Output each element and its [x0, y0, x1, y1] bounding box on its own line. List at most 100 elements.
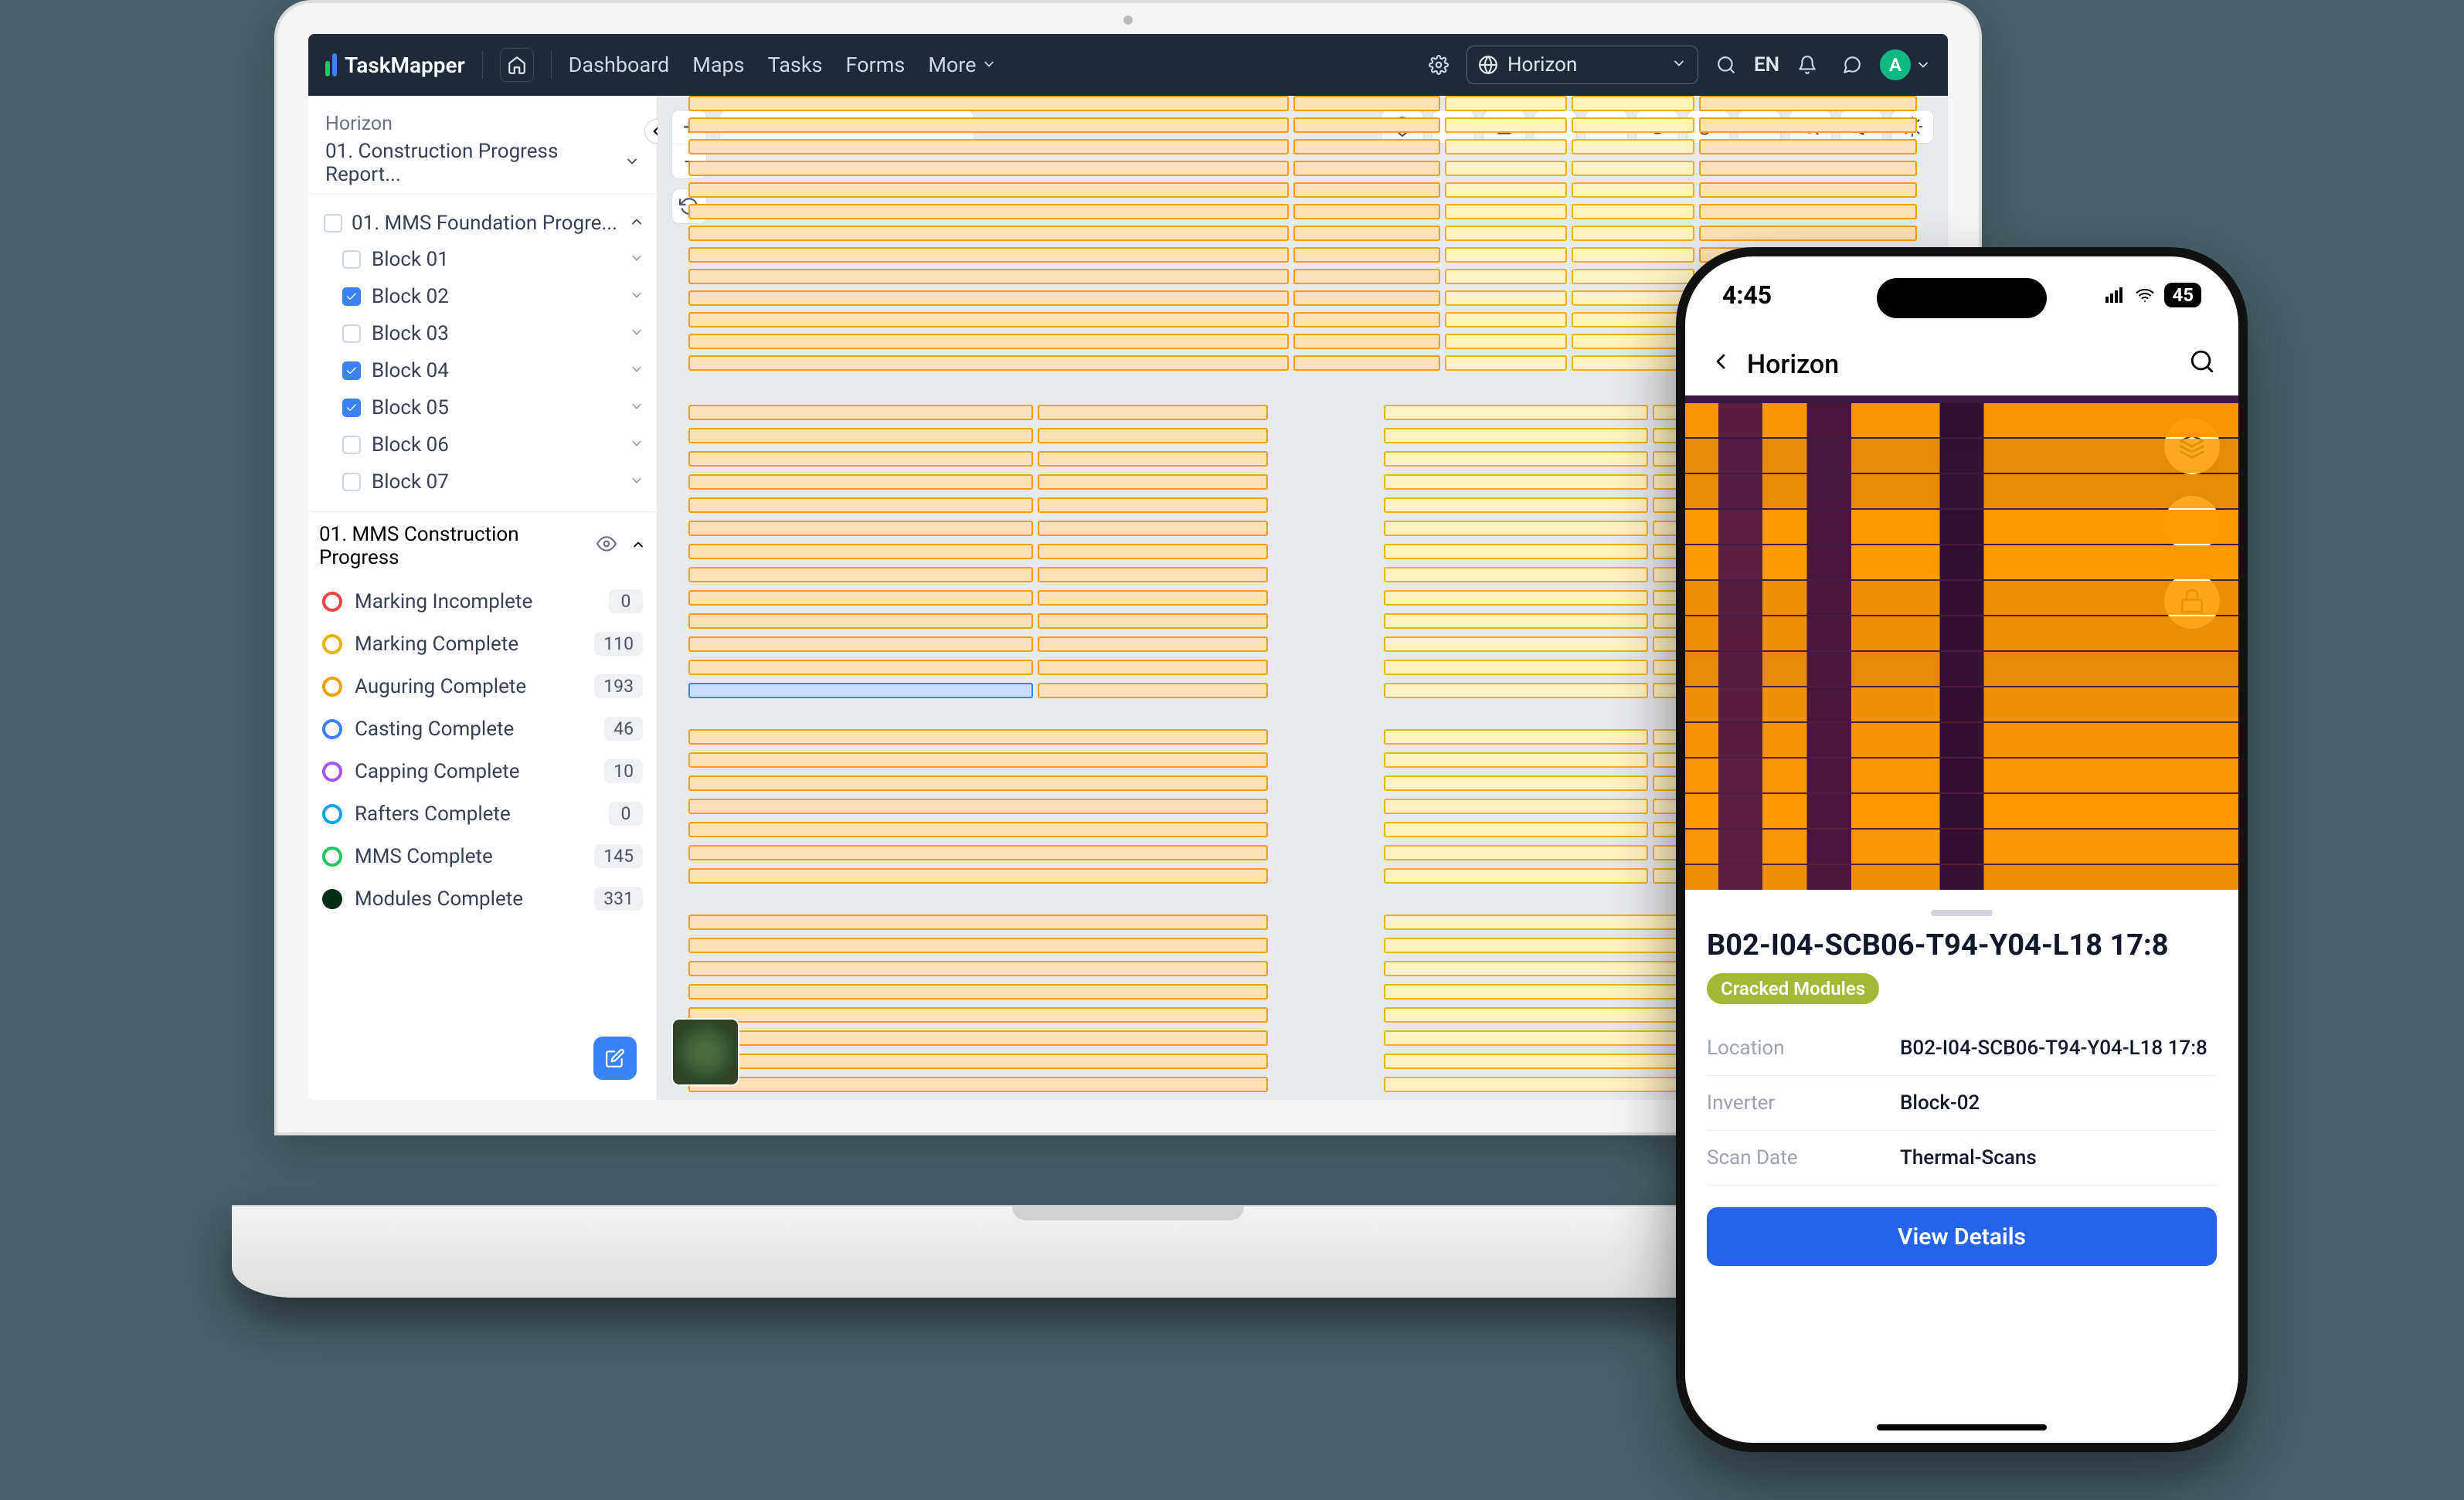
nav-more[interactable]: More: [928, 53, 996, 77]
legend-row[interactable]: Marking Complete 110: [308, 623, 657, 665]
checkbox[interactable]: [342, 324, 361, 343]
app-logo: TaskMapper: [325, 53, 465, 78]
chevron-down-icon: [629, 361, 644, 377]
app-name: TaskMapper: [345, 53, 465, 78]
chevron-left-icon: [1708, 349, 1733, 374]
legend-label: Auguring Complete: [355, 675, 526, 698]
nav-forms[interactable]: Forms: [846, 53, 906, 77]
legend-swatch: [322, 719, 342, 739]
legend-row[interactable]: Modules Complete 331: [308, 877, 657, 920]
language-toggle[interactable]: EN: [1754, 53, 1779, 76]
compose-button[interactable]: [593, 1037, 637, 1080]
legend-label: Marking Complete: [355, 633, 518, 656]
legend-swatch: [322, 889, 342, 909]
tree-group-foundation[interactable]: 01. MMS Foundation Progre...: [319, 205, 649, 241]
block-row[interactable]: Block 07: [319, 463, 649, 501]
legend-label: Rafters Complete: [355, 803, 511, 826]
block-row[interactable]: Block 03: [319, 315, 649, 352]
status-tag: Cracked Modules: [1707, 973, 1879, 1004]
detail-value: Block-02: [1900, 1091, 2217, 1115]
detail-row: InverterBlock-02: [1707, 1076, 2217, 1131]
search-icon: [2189, 348, 2215, 375]
block-row[interactable]: Block 01: [319, 241, 649, 278]
mobile-map[interactable]: [1685, 395, 2238, 890]
settings-button[interactable]: [1422, 48, 1456, 82]
block-row[interactable]: Block 06: [319, 426, 649, 463]
legend-swatch: [322, 762, 342, 782]
view-details-button[interactable]: View Details: [1707, 1207, 2217, 1266]
detail-row: LocationB02-I04-SCB06-T94-Y04-L18 17:8: [1707, 1021, 2217, 1076]
checkbox[interactable]: [342, 250, 361, 269]
detail-key: Location: [1707, 1037, 1900, 1060]
wifi-icon: [2133, 286, 2156, 304]
block-label: Block 02: [372, 285, 449, 308]
legend-row[interactable]: Auguring Complete 193: [308, 665, 657, 708]
user-menu[interactable]: A: [1880, 49, 1931, 80]
legend-label: Casting Complete: [355, 718, 514, 741]
legend-header[interactable]: 01. MMS Construction Progress: [308, 512, 657, 580]
block-label: Block 04: [372, 359, 449, 382]
home-indicator[interactable]: [1877, 1424, 2047, 1430]
chevron-down-icon: [629, 473, 644, 488]
messages-button[interactable]: [1835, 48, 1869, 82]
legend-label: Modules Complete: [355, 887, 523, 911]
detail-key: Inverter: [1707, 1091, 1900, 1115]
checkbox[interactable]: [342, 399, 361, 417]
legend-row[interactable]: MMS Complete 145: [308, 835, 657, 877]
legend-count: 0: [609, 589, 643, 613]
avatar: A: [1880, 49, 1911, 80]
legend-count: 145: [594, 844, 643, 868]
legend-swatch: [322, 634, 342, 654]
chevron-down-icon: [629, 436, 644, 451]
nav-tasks[interactable]: Tasks: [768, 53, 823, 77]
checkbox[interactable]: [324, 214, 342, 232]
chevron-down-icon: [1671, 56, 1687, 71]
legend-swatch: [322, 677, 342, 697]
search-button[interactable]: [1709, 48, 1743, 82]
nav-maps[interactable]: Maps: [692, 53, 744, 77]
legend-swatch: [322, 804, 342, 824]
item-title: B02-I04-SCB06-T94-Y04-L18 17:8: [1707, 928, 2217, 962]
home-icon: [507, 55, 527, 75]
block-row[interactable]: Block 04: [319, 352, 649, 389]
sheet-grabber[interactable]: [1931, 910, 1993, 916]
checkbox[interactable]: [342, 361, 361, 380]
legend-row[interactable]: Marking Incomplete 0: [308, 580, 657, 623]
bell-icon: [1797, 55, 1817, 75]
notifications-button[interactable]: [1790, 48, 1824, 82]
checkbox[interactable]: [342, 473, 361, 491]
mobile-search-button[interactable]: [2189, 348, 2215, 382]
block-row[interactable]: Block 02: [319, 278, 649, 315]
legend-label: Marking Incomplete: [355, 590, 532, 613]
chevron-down-icon: [1915, 57, 1931, 73]
detail-sheet: B02-I04-SCB06-T94-Y04-L18 17:8 Cracked M…: [1685, 890, 2238, 1280]
checkbox[interactable]: [342, 436, 361, 454]
checkbox[interactable]: [342, 287, 361, 306]
search-icon: [1716, 55, 1736, 75]
mini-map[interactable]: [671, 1018, 739, 1086]
chevron-down-icon: [629, 287, 644, 303]
legend-count: 10: [604, 759, 643, 783]
chevron-down-icon: [624, 154, 640, 169]
home-button[interactable]: [500, 48, 534, 82]
legend-count: 0: [609, 802, 643, 826]
legend-swatch: [322, 847, 342, 867]
mobile-title: Horizon: [1747, 349, 1839, 380]
edit-icon: [605, 1048, 625, 1068]
back-button[interactable]: [1708, 349, 1733, 381]
detail-value: Thermal-Scans: [1900, 1146, 2217, 1169]
legend-row[interactable]: Rafters Complete 0: [308, 792, 657, 835]
legend-count: 193: [594, 674, 643, 698]
block-row[interactable]: Block 05: [319, 389, 649, 426]
project-selector[interactable]: Horizon: [1467, 46, 1698, 84]
legend-count: 331: [594, 887, 643, 911]
eye-icon: [596, 534, 617, 554]
globe-icon: [1478, 55, 1498, 75]
legend-row[interactable]: Casting Complete 46: [308, 708, 657, 750]
legend-row[interactable]: Capping Complete 10: [308, 750, 657, 792]
block-label: Block 06: [372, 433, 449, 456]
nav-dashboard[interactable]: Dashboard: [569, 53, 670, 77]
legend-title: 01. MMS Construction Progress: [319, 523, 589, 569]
visibility-toggle[interactable]: [596, 534, 617, 559]
sidebar-report-selector[interactable]: 01. Construction Progress Report...: [325, 140, 640, 186]
